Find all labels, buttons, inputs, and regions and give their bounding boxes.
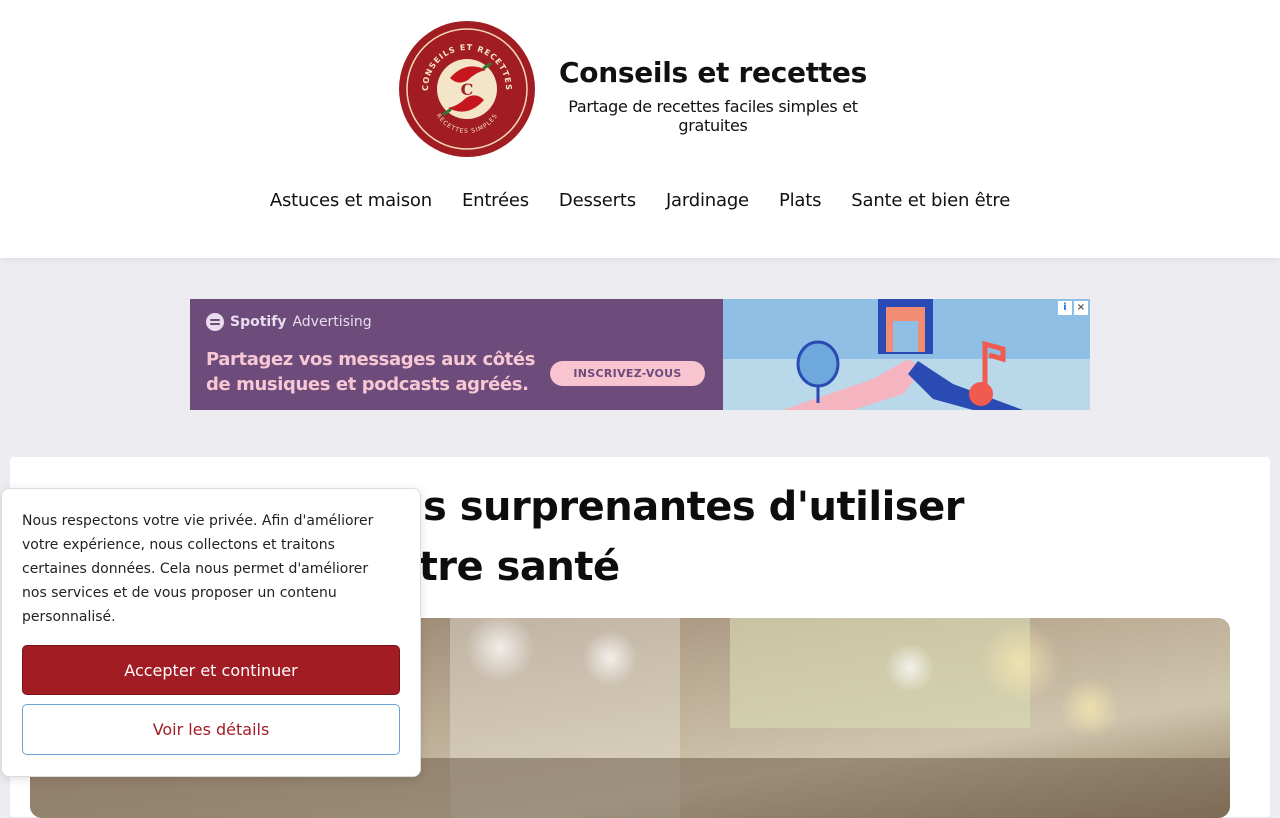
ad-brand-name: Spotify: [230, 314, 287, 330]
chili-logo-icon: CONSEILS ET RECETTES RECETTES SIMPLES C: [399, 21, 535, 157]
site-title[interactable]: Conseils et recettes: [542, 56, 884, 89]
view-details-button[interactable]: Voir les détails: [22, 704, 400, 755]
logo-monogram: C: [461, 80, 474, 99]
site-header: CONSEILS ET RECETTES RECETTES SIMPLES C …: [0, 0, 1280, 258]
ad-brand-suffix: Advertising: [292, 314, 372, 330]
ad-controls: i ×: [1058, 301, 1088, 315]
nav-item-jardinage[interactable]: Jardinage: [651, 186, 764, 220]
ad-banner[interactable]: Spotify Advertising Partagez vos message…: [190, 299, 1090, 410]
ad-headline: Partagez vos messages aux côtés de musiq…: [206, 349, 536, 395]
ad-left-panel: Spotify Advertising Partagez vos message…: [190, 299, 723, 410]
close-icon[interactable]: ×: [1074, 301, 1088, 315]
info-icon[interactable]: i: [1058, 301, 1072, 315]
site-logo[interactable]: CONSEILS ET RECETTES RECETTES SIMPLES C: [396, 20, 538, 158]
accept-continue-button[interactable]: Accepter et continuer: [22, 645, 400, 695]
cookie-message: Nous respectons votre vie privée. Afin d…: [22, 513, 374, 625]
cookie-consent-panel: Nous respectons votre vie privée. Afin d…: [1, 488, 421, 777]
site-tagline: Partage de recettes faciles simples et g…: [568, 97, 858, 135]
nav-item-astuces-maison[interactable]: Astuces et maison: [255, 186, 447, 220]
spotify-logo-icon: [206, 313, 224, 331]
nav-item-desserts[interactable]: Desserts: [544, 186, 651, 220]
ad-illustration-icon: [723, 299, 1090, 410]
nav-item-plats[interactable]: Plats: [764, 186, 836, 220]
ad-illustration: i ×: [723, 299, 1090, 410]
main-nav: Astuces et maison Entrées Desserts Jardi…: [0, 186, 1280, 220]
ad-cta-button[interactable]: INSCRIVEZ-VOUS: [550, 361, 705, 386]
ad-brand: Spotify Advertising: [206, 313, 372, 331]
nav-item-entrees[interactable]: Entrées: [447, 186, 544, 220]
nav-item-sante-bien-etre[interactable]: Sante et bien être: [836, 186, 1025, 220]
